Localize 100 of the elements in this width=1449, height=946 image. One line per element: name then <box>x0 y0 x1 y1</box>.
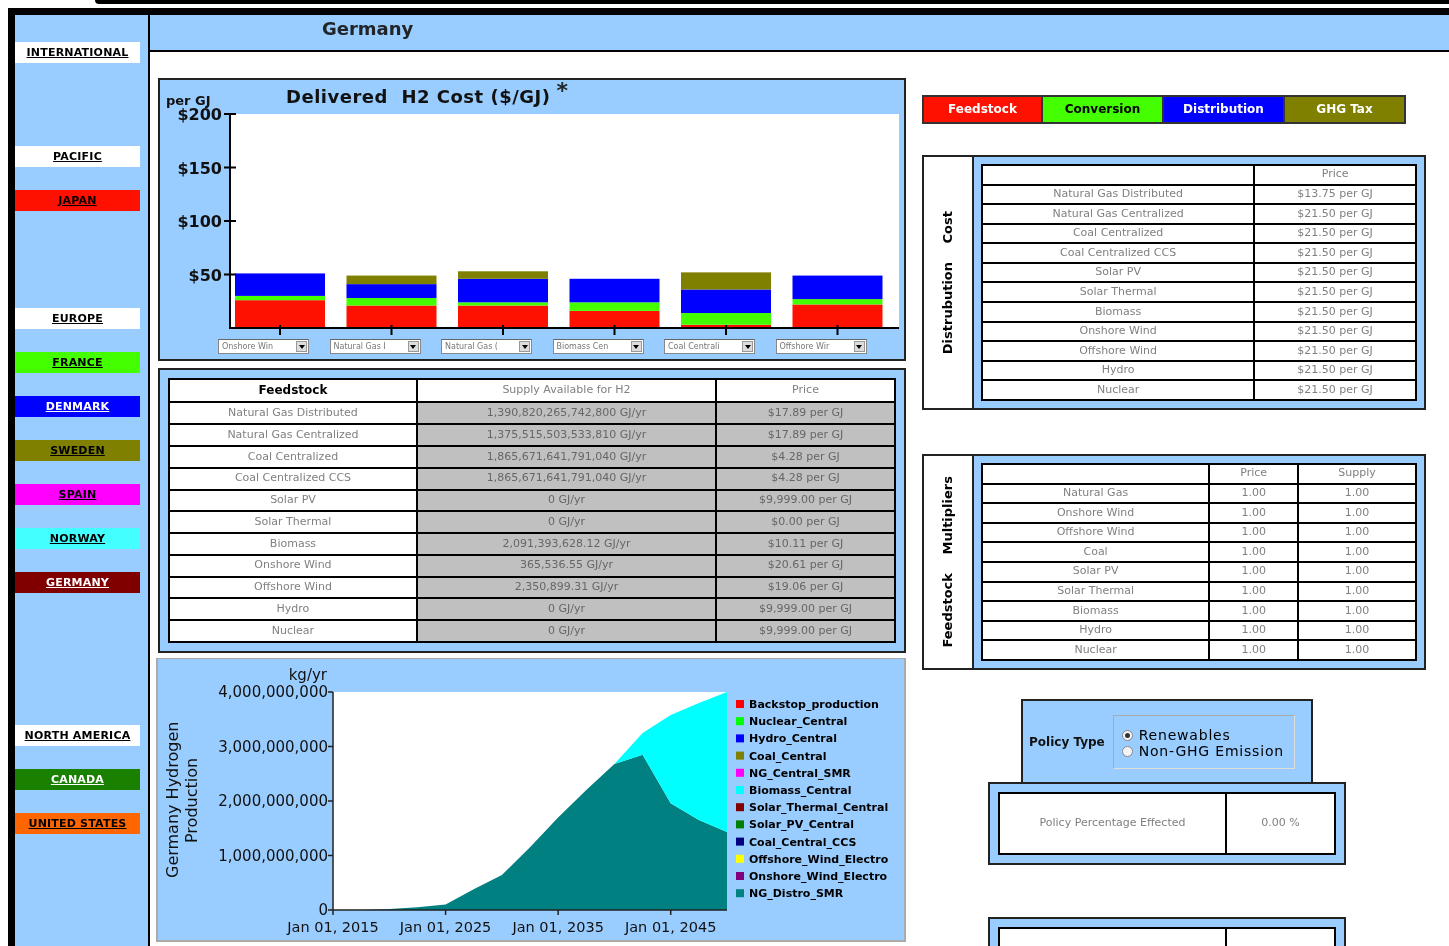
footnote-mark: * <box>556 80 568 102</box>
table-cell: $20.61 per GJ <box>716 554 895 577</box>
caret-icon <box>742 341 753 352</box>
table-cell: $19.06 per GJ <box>716 576 895 599</box>
caret-icon <box>407 341 419 352</box>
table-cell: Biomass <box>982 601 1210 621</box>
legend-label: Coal_Central_CCS <box>749 835 857 849</box>
category-dropdown[interactable]: Offshore Wir <box>775 339 867 354</box>
country-link[interactable]: CANADA <box>15 769 140 790</box>
y-tick-label: 1,000,000,000 <box>218 846 328 865</box>
table-cell: 1.00 <box>1209 620 1299 641</box>
table-cell: $10.11 per GJ <box>716 533 895 555</box>
country-link[interactable]: SWEDEN <box>15 440 140 461</box>
region-link[interactable]: NORTH AMERICA <box>15 725 140 746</box>
x-tick-label: Jan 01, 2035 <box>512 919 604 935</box>
country-link[interactable]: UNITED STATES <box>15 813 140 834</box>
country-link[interactable]: FRANCE <box>15 352 140 373</box>
table-cell: Natural Gas Centralized <box>982 204 1255 224</box>
legend-label: Solar_PV_Central <box>749 818 854 832</box>
table-cell: Onshore Wind <box>982 503 1210 523</box>
x-tick-label: Jan 01, 2045 <box>624 919 717 935</box>
legend-button[interactable]: Feedstock <box>922 95 1043 124</box>
table-cell: 0.00 % <box>1226 793 1335 854</box>
table-cell: Coal Centralized <box>169 446 417 468</box>
table-cell: 1.00 <box>1209 503 1299 523</box>
region-link[interactable]: INTERNATIONAL <box>15 42 140 63</box>
table-cell: $9,999.00 per GJ <box>716 620 895 642</box>
table-cell: $13.75 per GJ <box>1254 184 1416 205</box>
table-cell: Policy Percentage Effected <box>999 793 1226 854</box>
table-cell: 1.00 <box>1298 620 1416 641</box>
table-cell: $17.89 per GJ <box>716 424 895 446</box>
table-cell: $0.00 per GJ <box>716 511 895 534</box>
table-cell: 1.00 <box>1298 542 1416 562</box>
table-cell: Natural Gas <box>982 483 1210 504</box>
legend-label: Nuclear_Central <box>749 715 848 729</box>
caret-icon <box>296 341 307 352</box>
category-dropdown[interactable]: Onshore Win <box>218 339 309 354</box>
table-cell: Solar Thermal <box>982 282 1255 303</box>
table-cell: $21.50 per GJ <box>1254 360 1416 381</box>
legend-label: NG_Central_SMR <box>749 766 851 780</box>
radio-button[interactable] <box>1121 730 1133 741</box>
category-dropdown[interactable]: Coal Centrali <box>664 339 755 354</box>
radio-button[interactable] <box>1121 746 1133 757</box>
table-cell: Offshore Wind <box>169 576 417 599</box>
axis-title: Germany Hydrogen Production <box>162 720 202 880</box>
table-cell: 1.00 <box>1298 483 1416 504</box>
table-cell: $17.89 per GJ <box>716 402 895 425</box>
table-cell: $21.50 per GJ <box>1254 341 1416 361</box>
table-cell: 1.00 <box>1209 561 1299 582</box>
table-cell: $21.50 per GJ <box>1254 282 1416 303</box>
table-cell: Nuclear <box>169 620 417 642</box>
legend-label: Coal_Central <box>749 749 827 763</box>
caret-icon <box>853 341 865 352</box>
table-cell: 0 GJ/yr <box>416 620 716 642</box>
category-dropdown[interactable]: Natural Gas I <box>329 339 421 354</box>
table-cell: 1.00 <box>1298 503 1416 523</box>
table-cell: 2,350,899.31 GJ/yr <box>416 576 716 599</box>
table-cell: Nuclear <box>982 380 1255 400</box>
table-cell: 1,375,515,503,533,810 GJ/yr <box>416 424 716 446</box>
table-cell: Onshore Wind <box>169 554 417 577</box>
y-tick-label: 0 <box>318 901 328 919</box>
table-cell: 1.00 <box>1209 483 1299 504</box>
legend-button[interactable]: Conversion <box>1043 95 1164 124</box>
y-tick-label: 2,000,000,000 <box>218 792 328 810</box>
table-cell: $21.50 per GJ <box>1254 321 1416 342</box>
axis-unit-label: kg/yr <box>288 666 327 684</box>
table-cell: $4.28 per GJ <box>716 446 895 468</box>
country-link[interactable]: JAPAN <box>15 190 140 211</box>
table-cell: Onshore Wind <box>982 321 1255 342</box>
vertical-title: Distrubution Cost <box>939 210 957 355</box>
table-cell: $9,999.00 per GJ <box>716 598 895 621</box>
table-cell: Solar PV <box>982 262 1255 283</box>
country-link[interactable]: SPAIN <box>15 484 140 505</box>
chart-title: Delivered H2 Cost ($/GJ) <box>286 85 551 109</box>
table-cell: $21.50 per GJ <box>1254 204 1416 224</box>
category-dropdown[interactable]: Natural Gas ( <box>441 339 532 354</box>
column-header: Price <box>1209 464 1299 484</box>
column-header: Feedstock <box>169 379 417 403</box>
table-cell: Offshore Wind <box>982 522 1210 543</box>
table-cell: 1.00 <box>1298 561 1416 582</box>
vertical-title: Feedstock Multipliers <box>939 476 957 648</box>
legend-button[interactable]: Distribution <box>1164 95 1285 124</box>
table-cell: $21.50 per GJ <box>1254 380 1416 400</box>
table-cell: $21.50 per GJ <box>1254 223 1416 244</box>
region-link[interactable]: EUROPE <box>15 308 140 329</box>
table-cell: Solar Thermal <box>169 511 417 534</box>
country-link[interactable]: GERMANY <box>15 572 140 593</box>
category-dropdown[interactable]: Biomass Cen <box>552 339 644 354</box>
table-cell: 0 GJ/yr <box>416 511 716 534</box>
legend-label: Backstop_production <box>749 698 879 711</box>
y-tick-label: $50 <box>188 265 222 285</box>
legend-button[interactable]: GHG Tax <box>1285 95 1406 124</box>
region-link[interactable]: PACIFIC <box>15 146 140 167</box>
table-cell: 0 GJ/yr <box>416 489 716 512</box>
table-cell: Solar PV <box>982 561 1210 582</box>
country-link[interactable]: NORWAY <box>15 528 140 549</box>
column-header: Supply Available for H2 <box>416 379 716 403</box>
table-cell: Coal Centralized CCS <box>169 467 417 490</box>
x-tick-label: Jan 01, 2025 <box>399 919 492 935</box>
country-link[interactable]: DENMARK <box>15 396 140 417</box>
